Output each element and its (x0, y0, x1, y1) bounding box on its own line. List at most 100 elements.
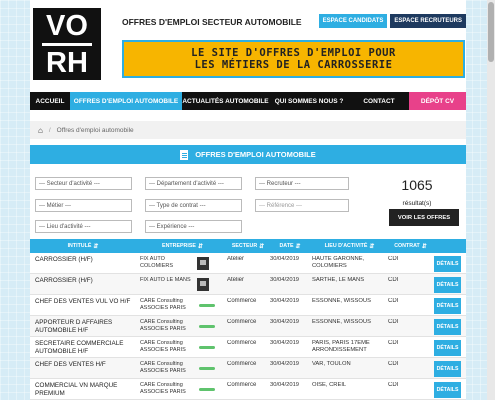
recruiter-select[interactable]: --- Recruteur --- (255, 177, 349, 190)
details-button[interactable]: DÉTAILS (434, 277, 461, 293)
breadcrumb: ⌂ / Offres d'emploi automobile (30, 121, 466, 139)
company-name: CARE Consulting ASSOCIES PARIS (140, 298, 186, 311)
job-title[interactable]: SECRETAIRE COMMERCIALE AUTOMOBILE H/F (35, 340, 131, 355)
job-title[interactable]: COMMERCIAL VN MARQUE PREMIUM (35, 382, 131, 397)
nav-item-contact[interactable]: CONTACT (349, 92, 409, 110)
place: VAR, TOULON (312, 361, 351, 367)
sort-icon: ⇵ (369, 243, 375, 250)
company-name: CARE Consulting ASSOCIES PARIS (140, 340, 186, 353)
date: 30/04/2019 (270, 382, 300, 388)
sort-icon: ⇵ (197, 243, 203, 250)
date: 30/04/2019 (270, 319, 300, 325)
reference-input[interactable]: --- Référence --- (255, 199, 349, 212)
account-buttons: ESPACE CANDIDATS ESPACE RECRUTEURS (318, 14, 466, 28)
contract: CDI (388, 340, 399, 346)
date: 30/04/2019 (270, 298, 300, 304)
site-title: OFFRES D'EMPLOI SECTEUR AUTOMOBILE (122, 17, 302, 27)
table-row[interactable]: APPORTEUR D AFFAIRES AUTOMOBILE H/F CARE … (30, 316, 466, 337)
details-button[interactable]: DÉTAILS (434, 361, 461, 377)
header-contract[interactable]: CONTRAT ⇵ (388, 239, 433, 253)
nav-item-news[interactable]: ACTUALITÉS AUTOMOBILE (182, 92, 269, 110)
company-name: CARE Consulting ASSOCIES PARIS (140, 382, 186, 395)
place: OISE, CREIL (312, 382, 347, 388)
document-icon (180, 149, 189, 160)
place: ESSONNE, WISSOUS (312, 298, 371, 304)
header-place[interactable]: LIEU D'ACTIVITÉ ⇵ (312, 239, 387, 253)
contract: CDI (388, 361, 399, 367)
details-button[interactable]: DÉTAILS (434, 298, 461, 314)
company-logo-care (199, 346, 215, 349)
company-logo-care (199, 367, 215, 370)
logo-divider (42, 42, 92, 46)
header: VO RH OFFRES D'EMPLOI SECTEUR AUTOMOBILE… (30, 0, 466, 92)
details-button[interactable]: DÉTAILS (434, 382, 461, 398)
company-name: CARE Consulting ASSOCIES PARIS (140, 319, 186, 332)
nav-item-job-offers[interactable]: OFFRES D'EMPLOI AUTOMOBILE (70, 92, 182, 110)
table-row[interactable]: CARROSSIER (H/F) FIX AUTO LE MANS Atelier 3… (30, 274, 466, 295)
nav-item-cv-deposit[interactable]: DÉPÔT CV (409, 92, 466, 110)
contract: CDI (388, 298, 399, 304)
see-offers-button[interactable]: VOIR LES OFFRES (389, 209, 459, 226)
place-select[interactable]: --- Lieu d'activité --- (35, 220, 132, 233)
recruiters-space-button[interactable]: ESPACE RECRUTEURS (390, 14, 466, 28)
home-icon[interactable]: ⌂ (38, 126, 43, 135)
experience-select[interactable]: --- Expérience --- (145, 220, 242, 233)
header-sector[interactable]: SECTEUR ⇵ (227, 239, 269, 253)
job-select[interactable]: --- Métier --- (35, 199, 132, 212)
page: VO RH OFFRES D'EMPLOI SECTEUR AUTOMOBILE… (30, 0, 466, 400)
company-logo-fix-auto (197, 257, 209, 270)
place: ESSONNE, WISSOUS (312, 319, 371, 325)
table-header: INTITULÉ ⇵ ENTREPRISE ⇵ SECTEUR ⇵ DATE ⇵ LIE… (30, 239, 466, 253)
sector: Commerce (227, 382, 257, 388)
table-row[interactable]: CHEF DES VENTES VUL VO H/F CARE Consultin… (30, 295, 466, 316)
sector-select[interactable]: --- Secteur d'activité --- (35, 177, 132, 190)
logo-bottom: RH (46, 46, 88, 79)
details-button[interactable]: DÉTAILS (434, 256, 461, 272)
details-button[interactable]: DÉTAILS (434, 319, 461, 335)
job-title[interactable]: CARROSSIER (H/F) (35, 256, 131, 264)
nav-item-home[interactable]: ACCUEIL (30, 92, 70, 110)
contract-type-select[interactable]: --- Type de contrat --- (145, 199, 242, 212)
company-logo-care (199, 388, 215, 391)
date: 30/04/2019 (270, 361, 300, 367)
place: PARIS, PARIS 17EME ARRONDISSEMENT (312, 340, 370, 353)
results-number: 1065 (401, 177, 433, 193)
scrollbar[interactable] (487, 0, 495, 400)
company-name: CARE Consulting ASSOCIES PARIS (140, 361, 186, 374)
sector: Commerce (227, 298, 257, 304)
vorh-logo[interactable]: VO RH (33, 8, 101, 80)
table-row[interactable]: CHEF DES VENTES H/F CARE Consulting ASSOC… (30, 358, 466, 379)
nav-item-about[interactable]: QUI SOMMES NOUS ? (269, 92, 349, 110)
logo-top: VO (46, 9, 88, 42)
promo-banner: LE SITE D'OFFRES D'EMPLOI POUR LES MÉTIE… (122, 40, 465, 78)
department-select[interactable]: --- Département d'activité --- (145, 177, 242, 190)
candidates-space-button[interactable]: ESPACE CANDIDATS (318, 14, 388, 28)
date: 30/04/2019 (270, 277, 300, 283)
job-title[interactable]: CARROSSIER (H/F) (35, 277, 131, 285)
company-logo-care (199, 325, 215, 328)
header-title[interactable]: INTITULÉ ⇵ (35, 239, 131, 253)
section-header: OFFRES D'EMPLOI AUTOMOBILE (30, 145, 466, 164)
details-button[interactable]: DÉTAILS (434, 340, 461, 356)
table-row[interactable]: COMMERCIAL VN MARQUE PREMIUM CARE Consult… (30, 379, 466, 400)
header-date[interactable]: DATE ⇵ (270, 239, 310, 253)
job-title[interactable]: CHEF DES VENTES H/F (35, 361, 131, 369)
banner-line-2: LES MÉTIERS DE LA CARROSSERIE (194, 59, 393, 71)
banner-line-1: LE SITE D'OFFRES D'EMPLOI POUR (191, 47, 396, 59)
results-count: 1065 résultat(s) (390, 177, 444, 207)
scrollbar-thumb[interactable] (488, 2, 494, 62)
job-title[interactable]: CHEF DES VENTES VUL VO H/F (35, 298, 131, 306)
sort-icon: ⇵ (93, 243, 99, 250)
header-company[interactable]: ENTREPRISE ⇵ (140, 239, 225, 253)
job-table-body: CARROSSIER (H/F) FIX AUTO COLOMIERS Atelie… (30, 253, 466, 400)
table-row[interactable]: SECRETAIRE COMMERCIALE AUTOMOBILE H/F CAR… (30, 337, 466, 358)
breadcrumb-current: Offres d'emploi automobile (56, 126, 134, 134)
place: SARTHE, LE MANS (312, 277, 365, 283)
results-label: résultat(s) (402, 200, 432, 207)
table-row[interactable]: CARROSSIER (H/F) FIX AUTO COLOMIERS Atelie… (30, 253, 466, 274)
job-title[interactable]: APPORTEUR D AFFAIRES AUTOMOBILE H/F (35, 319, 131, 334)
company-name: FIX AUTO COLOMIERS (140, 256, 174, 269)
company-logo-fix-auto (197, 278, 209, 291)
sort-icon: ⇵ (421, 243, 427, 250)
company-name: FIX AUTO LE MANS (140, 277, 191, 283)
